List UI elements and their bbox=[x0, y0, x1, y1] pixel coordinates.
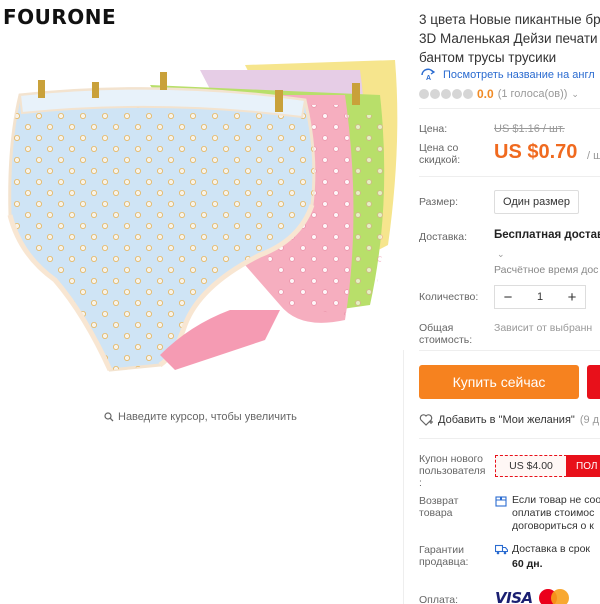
coupon-label-line: Купон нового bbox=[419, 453, 483, 465]
divider bbox=[419, 108, 600, 109]
guarantee-label-line: продавца: bbox=[419, 556, 469, 568]
returns-text-line: оплатив стоимос bbox=[512, 507, 595, 519]
returns-label-line: Возврат bbox=[419, 495, 459, 507]
guarantee-days: 60 дн. bbox=[512, 558, 543, 570]
old-price: US $1.16 / шт. bbox=[494, 123, 565, 135]
coupon-value: US $4.00 bbox=[495, 455, 567, 477]
magnifier-icon bbox=[104, 412, 114, 422]
column-divider bbox=[403, 350, 404, 604]
payment-label: Оплата: bbox=[419, 594, 459, 604]
visa-logo: VISA bbox=[495, 589, 533, 604]
delivery-estimate: Расчётное время дос bbox=[494, 264, 599, 276]
zoom-hint-text: Наведите курсор, чтобы увеличить bbox=[118, 411, 297, 423]
rating-row[interactable]: 0.0 (1 голоса(ов)) ⌄ bbox=[419, 87, 579, 101]
zoom-hint: Наведите курсор, чтобы увеличить bbox=[104, 411, 297, 423]
payment-methods: VISA bbox=[495, 589, 569, 604]
product-title: 3 цвета Новые пикантные бр 3D Маленькая … bbox=[419, 10, 600, 67]
delivery-label: Доставка: bbox=[419, 231, 468, 243]
star-icon bbox=[441, 89, 451, 99]
rating-votes[interactable]: (1 голоса(ов)) bbox=[498, 88, 568, 100]
discount-price: US $0.70 bbox=[494, 141, 578, 163]
translate-link-text[interactable]: Посмотреть название на англ bbox=[443, 69, 595, 81]
wishlist-text[interactable]: Добавить в "Мои желания" bbox=[438, 414, 575, 426]
translate-title-link[interactable]: A Посмотреть название на англ bbox=[419, 68, 595, 82]
star-icon bbox=[430, 89, 440, 99]
chevron-down-icon[interactable]: ⌄ bbox=[571, 89, 579, 100]
translate-icon: A bbox=[421, 68, 436, 82]
chevron-down-icon[interactable]: ⌄ bbox=[497, 249, 505, 260]
rating-value: 0.0 bbox=[477, 87, 494, 101]
quantity-stepper[interactable]: − 1 + bbox=[494, 285, 586, 309]
heart-plus-icon bbox=[419, 414, 433, 426]
delivery-value[interactable]: Бесплатная доставк bbox=[494, 229, 600, 241]
quantity-label: Количество: bbox=[419, 291, 479, 303]
returns-text: Если товар не соо оплатив стоимос догово… bbox=[512, 494, 600, 533]
star-icon bbox=[452, 89, 462, 99]
increment-button[interactable]: + bbox=[566, 289, 578, 306]
quantity-input[interactable]: 1 bbox=[537, 291, 543, 303]
total-label-line: стоимость: bbox=[419, 334, 473, 346]
divider bbox=[419, 350, 600, 351]
star-icon bbox=[419, 89, 429, 99]
discount-price-unit: / шт bbox=[587, 150, 600, 162]
rating-stars bbox=[419, 89, 473, 99]
decrement-button[interactable]: − bbox=[502, 289, 514, 306]
truck-icon bbox=[495, 544, 508, 554]
returns-text-line: Если товар не соо bbox=[512, 494, 600, 506]
product-photo[interactable] bbox=[0, 55, 405, 395]
guarantee-label-line: Гарантии bbox=[419, 544, 464, 556]
total-label-line: Общая bbox=[419, 322, 454, 334]
coupon-label: Купон нового пользователя : bbox=[419, 453, 486, 489]
coupon-label-line: пользователя bbox=[419, 465, 486, 477]
wishlist-count: (9 д bbox=[579, 413, 600, 426]
get-coupon-button[interactable]: ПОЛ bbox=[566, 455, 600, 477]
brand-logo[interactable]: FOURONE bbox=[3, 5, 116, 29]
add-to-cart-button[interactable] bbox=[587, 365, 600, 399]
divider bbox=[419, 176, 600, 177]
size-option-button[interactable]: Один размер bbox=[494, 190, 579, 214]
product-title-line: 3 цвета Новые пикантные бр bbox=[419, 12, 600, 27]
price-label: Цена: bbox=[419, 123, 448, 135]
discount-price-label-line: Цена со bbox=[419, 142, 459, 154]
return-box-icon bbox=[495, 496, 507, 507]
size-label: Размер: bbox=[419, 196, 459, 208]
returns-label-line: товара bbox=[419, 507, 453, 519]
guarantee-text: Доставка в срок bbox=[512, 543, 591, 555]
product-photo-image bbox=[7, 60, 398, 372]
total-label: Общая стоимость: bbox=[419, 322, 472, 346]
returns-info: Если товар не соо оплатив стоимос догово… bbox=[495, 494, 600, 533]
guarantee-label: Гарантии продавца: bbox=[419, 544, 468, 568]
star-icon bbox=[463, 89, 473, 99]
mastercard-logo bbox=[538, 589, 569, 604]
buy-now-button[interactable]: Купить сейчас bbox=[419, 365, 579, 399]
divider bbox=[419, 438, 600, 439]
discount-price-label-line: скидкой: bbox=[419, 154, 461, 166]
coupon-label-line: : bbox=[419, 477, 422, 489]
product-title-line: 3D Маленькая Дейзи печати bbox=[419, 31, 598, 46]
returns-text-line: договориться о к bbox=[512, 520, 594, 532]
guarantee-info: Доставка в срок bbox=[495, 543, 590, 555]
product-title-line: бантом трусы трусики bbox=[419, 50, 557, 65]
returns-label: Возврат товара bbox=[419, 495, 458, 519]
total-value: Зависит от выбранн bbox=[494, 322, 593, 334]
add-to-wishlist-link[interactable]: Добавить в "Мои желания" (9 д bbox=[419, 413, 599, 426]
discount-price-label: Цена со скидкой: bbox=[419, 142, 460, 166]
svg-text:A: A bbox=[426, 75, 431, 82]
